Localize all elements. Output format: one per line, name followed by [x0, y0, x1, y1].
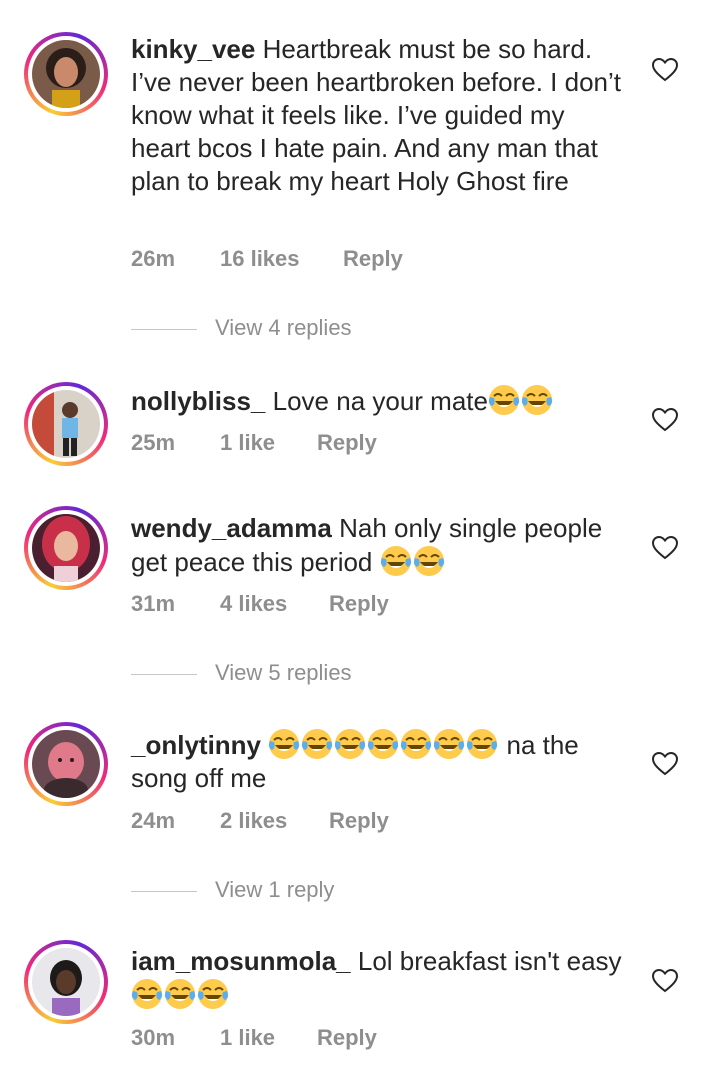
- view-replies-label: View 1 reply: [215, 877, 335, 902]
- avatar[interactable]: [24, 940, 108, 1024]
- comment-meta: 26m 16 likes Reply: [131, 246, 403, 272]
- comment-meta: 24m 2 likes Reply: [131, 808, 389, 834]
- joy-emoji-icon: [367, 728, 399, 760]
- heart-outline-icon[interactable]: [652, 58, 678, 82]
- username[interactable]: wendy_adamma: [131, 513, 332, 543]
- comment-body: Love na your mate: [272, 386, 488, 416]
- username[interactable]: nollybliss_: [131, 386, 265, 416]
- joy-emoji-icon: [197, 978, 229, 1010]
- view-replies-label: View 5 replies: [215, 660, 352, 685]
- heart-outline-icon[interactable]: [652, 752, 678, 776]
- divider-line: [131, 673, 197, 675]
- joy-emoji-icon: [433, 728, 465, 760]
- heart-outline-icon[interactable]: [652, 536, 678, 560]
- likes-count[interactable]: 16 likes: [220, 246, 343, 272]
- heart-outline-icon[interactable]: [652, 408, 678, 432]
- timestamp: 26m: [131, 246, 176, 271]
- comment-text: nollybliss_ Love na your mate: [131, 384, 631, 418]
- avatar[interactable]: [24, 506, 108, 590]
- joy-emoji-icon: [400, 728, 432, 760]
- view-replies-button[interactable]: View 5 replies: [131, 660, 352, 686]
- username[interactable]: _onlytinny: [131, 730, 261, 760]
- avatar[interactable]: [24, 382, 108, 466]
- avatar[interactable]: [24, 32, 108, 116]
- comment-text: kinky_vee Heartbreak must be so hard. I’…: [131, 33, 631, 198]
- reply-button[interactable]: Reply: [343, 246, 403, 272]
- timestamp: 30m: [131, 1025, 176, 1050]
- joy-emoji-icon: [466, 728, 498, 760]
- joy-emoji-icon: [131, 978, 163, 1010]
- comment-text: wendy_adamma Nah only single people get …: [131, 512, 631, 579]
- joy-emoji-icon: [380, 545, 412, 577]
- likes-count[interactable]: 4 likes: [220, 591, 329, 617]
- joy-emoji-icon: [521, 384, 553, 416]
- joy-emoji-icon: [413, 545, 445, 577]
- joy-emoji-icon: [268, 728, 300, 760]
- reply-button[interactable]: Reply: [329, 808, 389, 834]
- view-replies-button[interactable]: View 1 reply: [131, 877, 334, 903]
- reply-button[interactable]: Reply: [317, 430, 377, 456]
- divider-line: [131, 328, 197, 330]
- comment-text: iam_mosunmola_ Lol breakfast isn't easy: [131, 945, 631, 1012]
- profile-photo-icon: [32, 40, 100, 108]
- comment-meta: 31m 4 likes Reply: [131, 591, 389, 617]
- reply-button[interactable]: Reply: [317, 1025, 377, 1051]
- view-replies-button[interactable]: View 4 replies: [131, 315, 352, 341]
- username[interactable]: kinky_vee: [131, 34, 255, 64]
- joy-emoji-icon: [164, 978, 196, 1010]
- username[interactable]: iam_mosunmola_: [131, 946, 351, 976]
- profile-photo-icon: [32, 514, 100, 582]
- divider-line: [131, 890, 197, 892]
- likes-count[interactable]: 2 likes: [220, 808, 329, 834]
- comment-text: _onlytinny na the song off me: [131, 728, 631, 795]
- joy-emoji-icon: [488, 384, 520, 416]
- timestamp: 25m: [131, 430, 176, 455]
- joy-emoji-icon: [334, 728, 366, 760]
- comment-meta: 25m 1 like Reply: [131, 430, 377, 456]
- comment-body: Lol breakfast isn't easy: [357, 946, 622, 976]
- likes-count[interactable]: 1 like: [220, 1025, 317, 1051]
- reply-button[interactable]: Reply: [329, 591, 389, 617]
- comment-meta: 30m 1 like Reply: [131, 1025, 377, 1051]
- timestamp: 31m: [131, 591, 176, 616]
- profile-photo-icon: [32, 730, 100, 798]
- profile-photo-icon: [32, 390, 100, 458]
- heart-outline-icon[interactable]: [652, 969, 678, 993]
- profile-photo-icon: [32, 948, 100, 1016]
- timestamp: 24m: [131, 808, 176, 833]
- joy-emoji-icon: [301, 728, 333, 760]
- view-replies-label: View 4 replies: [215, 315, 352, 340]
- avatar[interactable]: [24, 722, 108, 806]
- likes-count[interactable]: 1 like: [220, 430, 317, 456]
